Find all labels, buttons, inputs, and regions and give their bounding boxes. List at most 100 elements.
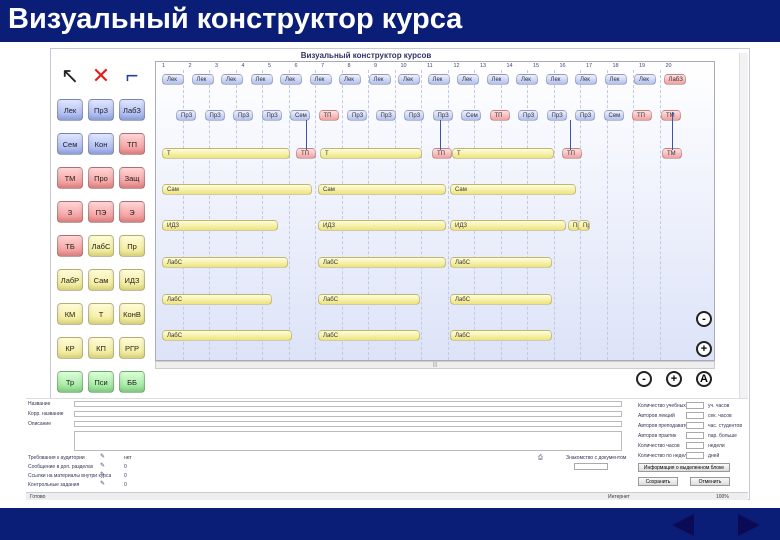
timeline-block[interactable]: Сем	[603, 110, 624, 121]
timeline-block[interactable]: ЛабС	[318, 294, 420, 305]
timeline-block[interactable]: Лек	[634, 74, 656, 85]
block-info-button[interactable]: Информация о выделенном блоке	[638, 463, 730, 472]
timeline-block[interactable]: ПрЗ	[432, 110, 453, 121]
timeline-canvas[interactable]: 1 2 3 4 5 6 7 8 9 10 11 12 13 14 15 16 17 18 19 20 Лек Лек Лек…	[155, 61, 715, 361]
palette-block[interactable]: Пси	[88, 371, 114, 393]
timeline-block[interactable]: ПрЗ	[575, 110, 595, 121]
palette-block[interactable]: Пр	[119, 235, 145, 257]
print-icon[interactable]: ⎙	[538, 455, 545, 462]
timeline-block[interactable]: Т	[452, 148, 554, 159]
next-slide-icon[interactable]	[738, 514, 760, 536]
timeline-block[interactable]: Лек	[309, 74, 332, 85]
timeline-block[interactable]: Сам	[162, 184, 312, 195]
timeline-block[interactable]: ИДЗ	[162, 220, 278, 231]
param-input[interactable]	[686, 422, 704, 429]
palette-block[interactable]: Т	[88, 303, 114, 325]
edit-icon[interactable]: ✎	[100, 481, 107, 488]
cursor-icon[interactable]: ↖	[57, 63, 83, 89]
palette-block[interactable]: РГР	[119, 337, 145, 359]
timeline-block[interactable]: ТП	[318, 110, 339, 121]
palette-block[interactable]: ТП	[119, 133, 145, 155]
palette-block[interactable]: ПрЗ	[88, 99, 114, 121]
timeline-block[interactable]: ЛабС	[162, 257, 288, 268]
palette-block[interactable]: ТМ	[57, 167, 83, 189]
timeline-block[interactable]: Лек	[221, 74, 243, 85]
timeline-block[interactable]: ТП	[489, 110, 510, 121]
timeline-block[interactable]: Сам	[450, 184, 576, 195]
horizontal-scrollbar[interactable]: |||	[155, 361, 715, 369]
palette-block[interactable]: ПЭ	[88, 201, 114, 223]
timeline-block[interactable]: ПрЗ	[404, 110, 424, 121]
palette-block[interactable]: Тр	[57, 371, 83, 393]
cancel-button[interactable]: Отменить	[690, 477, 730, 486]
param-input[interactable]	[686, 432, 704, 439]
timeline-block[interactable]: ЛабС	[318, 257, 446, 268]
timeline-block[interactable]: Лек	[457, 74, 479, 85]
palette-block[interactable]: ЛабР	[57, 269, 83, 291]
timeline-block[interactable]: ЛабС	[162, 330, 292, 341]
param-input[interactable]	[686, 412, 704, 419]
timeline-block[interactable]: ПрЗ	[261, 110, 282, 121]
text-field[interactable]	[74, 401, 622, 407]
timeline-block[interactable]: Пр	[578, 220, 590, 231]
palette-block[interactable]: Сем	[57, 133, 83, 155]
timeline-block[interactable]: ЛабС	[450, 294, 552, 305]
palette-block[interactable]: Защ	[119, 167, 145, 189]
timeline-block[interactable]: ПрЗ	[204, 110, 225, 121]
timeline-block[interactable]: Лек	[339, 74, 361, 85]
palette-block[interactable]: Лек	[57, 99, 83, 121]
timeline-block[interactable]: ПрЗ	[347, 110, 367, 121]
palette-block[interactable]: КонВ	[119, 303, 145, 325]
link-connector-icon[interactable]: ⌐	[119, 63, 145, 89]
timeline-block[interactable]: ТП	[562, 148, 582, 159]
edit-icon[interactable]: ✎	[100, 463, 107, 470]
timeline-block[interactable]: ИДЗ	[450, 220, 566, 231]
timeline-block[interactable]: Лек	[398, 74, 420, 85]
timeline-block[interactable]: ПрЗ	[233, 110, 253, 121]
palette-block[interactable]: ББ	[119, 371, 145, 393]
text-field[interactable]	[74, 411, 622, 417]
palette-block[interactable]: З	[57, 201, 83, 223]
timeline-block[interactable]: Лек	[575, 74, 597, 85]
zoom-out-icon[interactable]: -	[636, 371, 652, 387]
edit-icon[interactable]: ✎	[100, 472, 107, 479]
timeline-block[interactable]: Лек	[280, 74, 302, 85]
timeline-block[interactable]: ТП	[432, 148, 452, 159]
timeline-block[interactable]: ТП	[632, 110, 652, 121]
param-input[interactable]	[686, 452, 704, 459]
palette-block[interactable]: Кон	[88, 133, 114, 155]
zoom-in-icon[interactable]: +	[666, 371, 682, 387]
previous-slide-icon[interactable]	[672, 514, 694, 536]
palette-block[interactable]: ИДЗ	[119, 269, 145, 291]
timeline-block[interactable]: Лек	[516, 74, 538, 85]
timeline-block[interactable]: ИДЗ	[318, 220, 446, 231]
timeline-block[interactable]: Лек	[486, 74, 509, 85]
timeline-block[interactable]: Сем	[290, 110, 310, 121]
timeline-block[interactable]: Лек	[427, 74, 450, 85]
timeline-block[interactable]: ПрЗ	[375, 110, 396, 121]
timeline-block[interactable]: ЛабС	[450, 257, 552, 268]
timeline-block[interactable]: Т	[320, 148, 422, 159]
timeline-block[interactable]: ПрЗ	[176, 110, 196, 121]
timeline-block[interactable]: ЛабС	[162, 294, 272, 305]
timeline-block[interactable]: Лек	[604, 74, 627, 85]
delete-x-icon[interactable]: ✕	[88, 63, 114, 89]
palette-block[interactable]: Сам	[88, 269, 114, 291]
timeline-block[interactable]: ПрЗ	[546, 110, 567, 121]
palette-block[interactable]: ЛабЗ	[119, 99, 145, 121]
palette-block[interactable]: КМ	[57, 303, 83, 325]
palette-block[interactable]: КР	[57, 337, 83, 359]
timeline-block[interactable]: ЛабЗ	[663, 74, 686, 85]
param-input[interactable]	[686, 402, 704, 409]
palette-block[interactable]: Э	[119, 201, 145, 223]
timeline-block[interactable]: ЛабС	[450, 330, 552, 341]
palette-block[interactable]: ЛабС	[88, 235, 114, 257]
select-field[interactable]	[574, 463, 608, 470]
timeline-block[interactable]: ТМ	[661, 110, 681, 121]
save-button[interactable]: Сохранить	[638, 477, 678, 486]
timeline-block[interactable]: Лек	[545, 74, 568, 85]
timeline-block[interactable]: Сам	[318, 184, 446, 195]
timeline-block[interactable]: Лек	[162, 74, 184, 85]
zoom-out-icon[interactable]: -	[696, 311, 712, 327]
param-input[interactable]	[686, 442, 704, 449]
